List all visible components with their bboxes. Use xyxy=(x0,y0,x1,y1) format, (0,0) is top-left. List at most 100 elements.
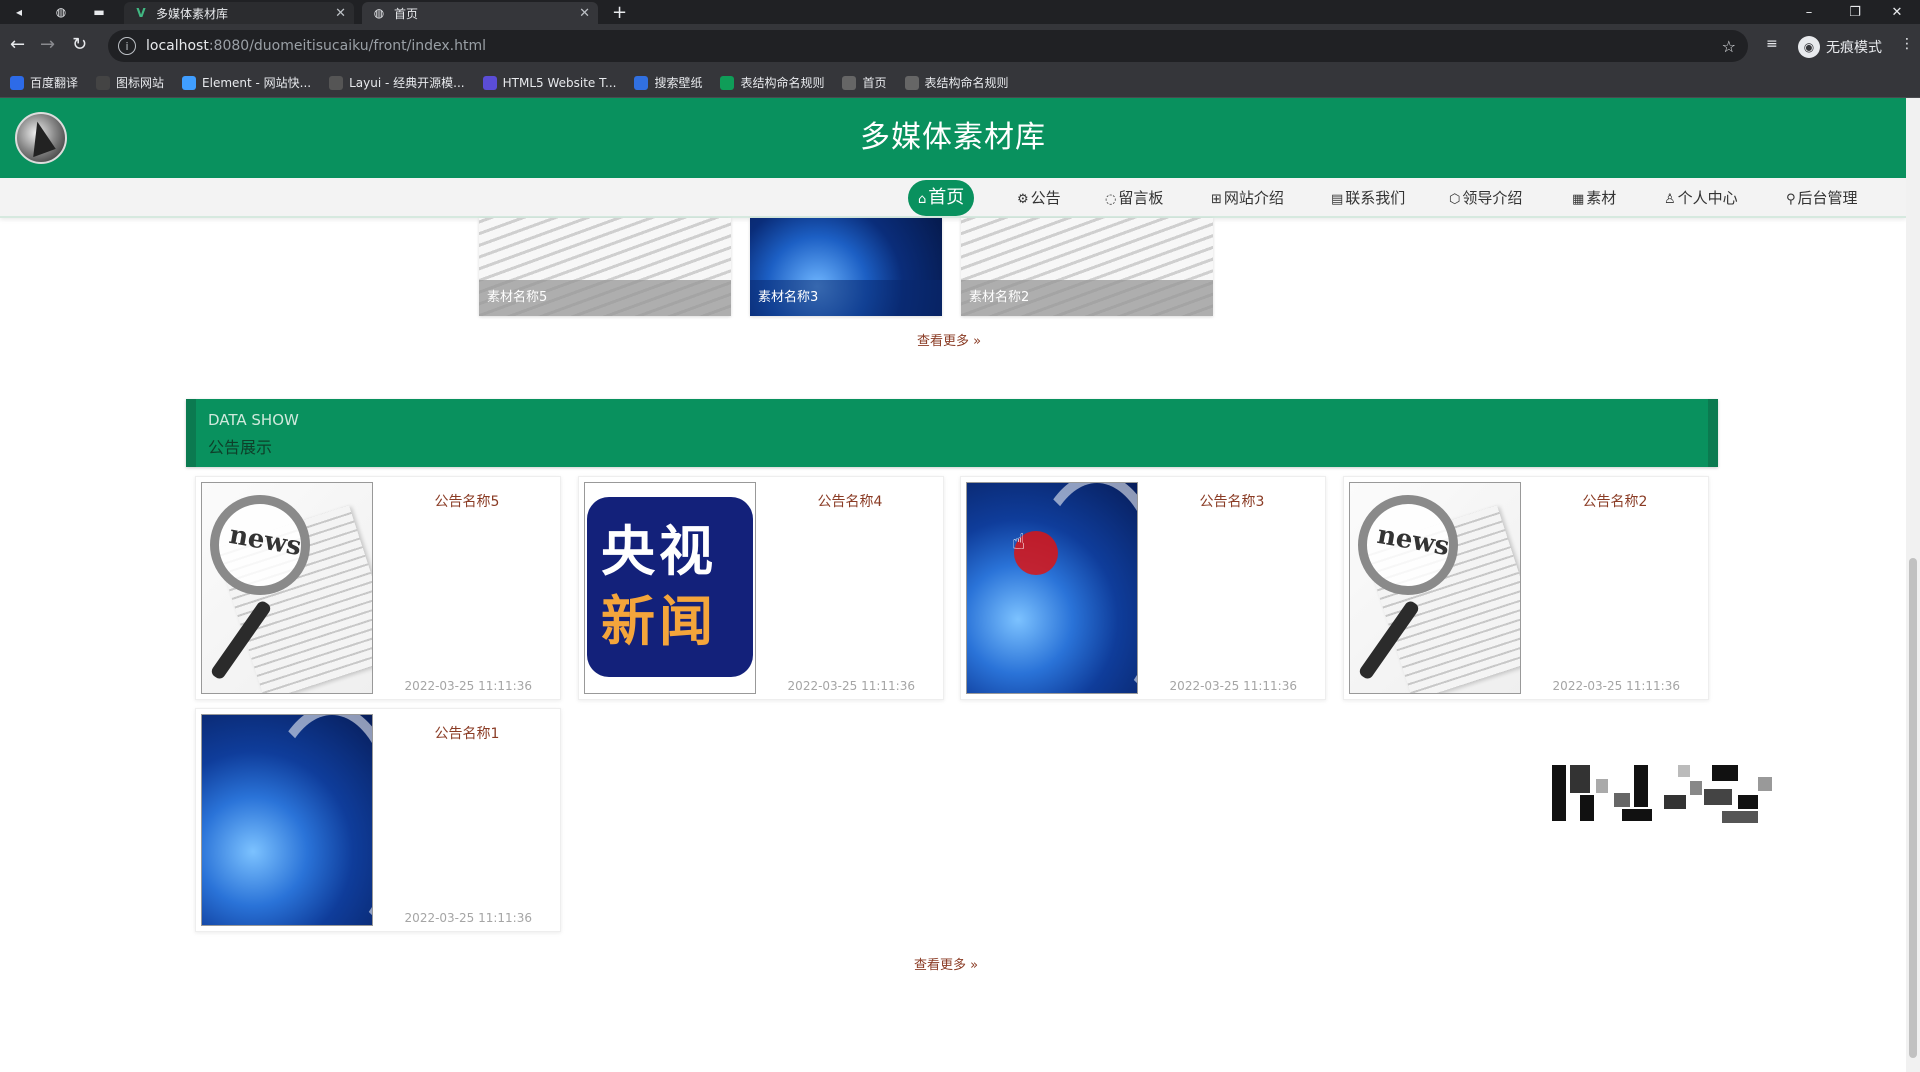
nav-label: 留言板 xyxy=(1118,189,1164,207)
site-info-icon[interactable]: i xyxy=(118,37,136,55)
bookmark-item[interactable]: Layui - 经典开源模... xyxy=(329,74,465,91)
page-viewport: 多媒体素材库 ⌂ 首页 ⚙ 公告 ◌ 留言板 ⊞ 网站介绍 ▤ 联系我们 ⬡ 领导介绍 ▦ 素材 ♙ 个人中心… xyxy=(0,98,1906,1072)
nav-item-3[interactable]: ⊞ 网站介绍 xyxy=(1211,180,1284,216)
bookmark-favicon-icon xyxy=(842,75,857,90)
bookmark-label: HTML5 Website T... xyxy=(502,75,617,90)
material-card[interactable]: 素材名称2 xyxy=(961,218,1213,316)
bookmark-favicon-icon xyxy=(182,75,197,90)
pinned-tab-globe-icon[interactable]: ◍ xyxy=(48,2,74,22)
browser-tab-strip: ◂ ◍ ▬ V 多媒体素材库 ✕ ◍ 首页 ✕ + – ❐ ✕ xyxy=(0,0,1920,24)
notice-card[interactable]: 央视 新闻 公告名称4 2022-03-25 11:11:36 xyxy=(578,476,944,700)
notice-card[interactable]: news 公告名称5 2022-03-25 11:11:36 xyxy=(195,476,561,700)
bookmark-label: Layui - 经典开源模... xyxy=(349,76,465,90)
bookmark-label: 百度翻译 xyxy=(30,76,79,90)
nav-item-7[interactable]: ♙ 个人中心 xyxy=(1664,180,1738,216)
nav-item-2[interactable]: ◌ 留言板 xyxy=(1105,180,1163,216)
view-more-label: 查看更多 xyxy=(917,334,970,349)
tab-home[interactable]: ◍ 首页 ✕ xyxy=(362,2,598,24)
tab-title: 首页 xyxy=(394,6,419,21)
bookmark-label: Element - 网站快... xyxy=(202,76,312,90)
address-bar[interactable]: i localhost:8080/duomeitisucaiku/front/i… xyxy=(108,30,1748,62)
vue-logo-icon: V xyxy=(136,6,146,20)
nav-label: 个人中心 xyxy=(1677,189,1738,207)
notice-title: 公告名称3 xyxy=(1199,494,1265,510)
notice-time: 2022-03-25 11:11:36 xyxy=(404,679,532,693)
bookmark-favicon-icon xyxy=(904,75,919,90)
image-icon: ▦ xyxy=(1572,192,1585,207)
nav-item-8[interactable]: ⚲ 后台管理 xyxy=(1786,180,1858,216)
home-icon: ⌂ xyxy=(918,192,927,207)
forward-arrow-icon[interactable]: → xyxy=(40,34,55,55)
bookmark-item[interactable]: 表结构命名规则 xyxy=(720,74,824,91)
news-text: 新闻 xyxy=(601,590,717,653)
user-icon: ♙ xyxy=(1664,192,1676,207)
bookmark-favicon-icon xyxy=(10,75,24,90)
bookmark-item[interactable]: HTML5 Website T... xyxy=(482,75,617,90)
bookmark-favicon-icon xyxy=(482,75,497,90)
page-scrollbar[interactable] xyxy=(1906,98,1920,1072)
pinned-tab-blank-icon[interactable]: ▬ xyxy=(86,2,112,22)
news-image: news xyxy=(201,482,373,694)
nav-label: 素材 xyxy=(1586,189,1617,207)
material-caption: 素材名称5 xyxy=(479,280,731,316)
bookmark-item[interactable]: 表结构命名规则 xyxy=(904,74,1009,91)
bookmark-item[interactable]: 百度翻译 xyxy=(10,74,78,91)
globe-broadcast-image xyxy=(966,482,1138,694)
section-title-cn: 公告展示 xyxy=(208,438,273,457)
tab-multimedia-library[interactable]: V 多媒体素材库 ✕ xyxy=(124,2,354,24)
material-card[interactable]: 素材名称3 xyxy=(750,218,942,316)
nav-item-1[interactable]: ⚙ 公告 xyxy=(1017,180,1061,216)
news-logo-text: news xyxy=(1374,519,1452,563)
bookmark-item[interactable]: Element - 网站快... xyxy=(182,74,311,91)
bookmark-item[interactable]: 首页 xyxy=(842,74,887,91)
site-title: 多媒体素材库 xyxy=(860,120,1046,155)
minimize-icon[interactable]: – xyxy=(1786,0,1832,24)
notice-card[interactable]: 公告名称1 2022-03-25 11:11:36 xyxy=(195,708,561,932)
nav-item-6[interactable]: ▦ 素材 xyxy=(1572,180,1616,216)
notice-time: 2022-03-25 11:11:36 xyxy=(787,679,915,693)
bookmark-item[interactable]: 搜索壁纸 xyxy=(634,74,702,91)
browser-menu-icon[interactable]: ⋮ xyxy=(1900,36,1914,52)
view-more-label: 查看更多 xyxy=(914,958,967,973)
notices-view-more-link[interactable]: 查看更多 » xyxy=(914,954,978,973)
scrollbar-thumb[interactable] xyxy=(1909,558,1917,1058)
restore-icon[interactable]: ❐ xyxy=(1832,0,1878,24)
globe-icon: ◍ xyxy=(373,6,385,20)
back-arrow-icon[interactable]: ← xyxy=(10,34,25,55)
material-card[interactable]: 素材名称5 xyxy=(479,218,731,316)
bookmark-favicon-icon xyxy=(634,75,649,90)
materials-view-more-link[interactable]: 查看更多 » xyxy=(917,330,981,349)
notice-time: 2022-03-25 11:11:36 xyxy=(1552,679,1680,693)
new-tab-icon[interactable]: + xyxy=(612,2,627,23)
reload-icon[interactable]: ↻ xyxy=(72,34,87,55)
nav-label: 后台管理 xyxy=(1797,189,1858,207)
notice-time: 2022-03-25 11:11:36 xyxy=(404,911,532,925)
url-path: :8080/duomeitisucaiku/front/index.html xyxy=(208,38,487,54)
notice-card[interactable]: 公告名称3 2022-03-25 11:11:36 xyxy=(960,476,1326,700)
globe-broadcast-image xyxy=(201,714,373,926)
notice-card[interactable]: news 公告名称2 2022-03-25 11:11:36 xyxy=(1343,476,1709,700)
close-tab-icon[interactable]: ✕ xyxy=(579,6,590,21)
bookmark-item[interactable]: 图标网站 xyxy=(96,74,164,91)
material-caption: 素材名称3 xyxy=(750,280,942,316)
bookmark-label: 搜索壁纸 xyxy=(654,76,703,90)
incognito-profile-button[interactable]: ◉ 无痕模式 xyxy=(1798,36,1882,58)
close-window-icon[interactable]: ✕ xyxy=(1874,0,1920,24)
close-tab-icon[interactable]: ✕ xyxy=(335,6,346,21)
bookmarks-bar: 百度翻译 图标网站 Element - 网站快... Layui - 经典开源模...… xyxy=(0,68,1920,98)
gear-icon: ⚙ xyxy=(1017,192,1029,207)
bookmark-label: 表结构命名规则 xyxy=(740,76,825,90)
audio-icon[interactable]: ◂ xyxy=(6,2,32,22)
bookmark-star-icon[interactable]: ☆ xyxy=(1722,37,1736,56)
cctv-news-image: 央视 新闻 xyxy=(584,482,756,694)
nav-item-0[interactable]: ⌂ 首页 xyxy=(908,180,975,216)
nav-item-4[interactable]: ▤ 联系我们 xyxy=(1331,180,1405,216)
nav-item-5[interactable]: ⬡ 领导介绍 xyxy=(1449,180,1522,216)
browser-toolbar: ← → ↻ i localhost:8080/duomeitisucaiku/f… xyxy=(0,24,1920,68)
bookmark-favicon-icon xyxy=(96,75,111,90)
section-title-en: DATA SHOW xyxy=(208,411,299,429)
nav-label: 网站介绍 xyxy=(1223,189,1284,207)
reading-list-icon[interactable]: ≡ xyxy=(1766,36,1778,52)
bookmark-favicon-icon xyxy=(720,75,735,90)
bookmark-favicon-icon xyxy=(329,75,344,90)
